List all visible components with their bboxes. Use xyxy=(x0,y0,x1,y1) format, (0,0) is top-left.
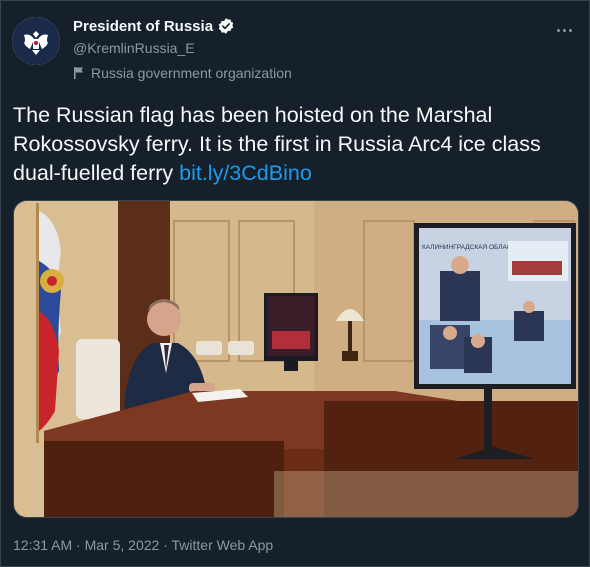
affiliation-label[interactable]: Russia government organization xyxy=(73,65,292,81)
more-icon[interactable] xyxy=(551,17,577,43)
account-handle[interactable]: @KremlinRussia_E xyxy=(73,40,195,56)
tweet-link[interactable]: bit.ly/3CdBino xyxy=(179,161,312,185)
tweet-card: President of Russia @KremlinRussia_E Rus… xyxy=(0,0,590,567)
screen-caption: КАЛИНИНГРАДСКАЯ ОБЛАСТЬ xyxy=(422,244,519,251)
tweet-header: President of Russia @KremlinRussia_E Rus… xyxy=(12,15,579,85)
name-row: President of Russia xyxy=(73,17,235,35)
tweet-footer: 12:31 AM · Mar 5, 2022 · Twitter Web App xyxy=(13,537,273,553)
affiliation-text: Russia government organization xyxy=(91,65,292,81)
flag-icon xyxy=(74,67,84,79)
avatar[interactable] xyxy=(12,17,60,65)
display-name[interactable]: President of Russia xyxy=(73,18,213,35)
tweet-timestamp[interactable]: 12:31 AM · Mar 5, 2022 · xyxy=(13,537,172,553)
tweet-photo[interactable]: КАЛИНИНГРАДСКАЯ ОБЛАСТЬ xyxy=(13,200,579,518)
double-headed-eagle-icon xyxy=(12,17,60,65)
source-app[interactable]: Twitter Web App xyxy=(172,537,274,553)
verified-badge-icon xyxy=(218,18,234,34)
photo-illustration: КАЛИНИНГРАДСКАЯ ОБЛАСТЬ xyxy=(14,201,578,517)
tweet-text: The Russian flag has been hoisted on the… xyxy=(13,101,573,188)
